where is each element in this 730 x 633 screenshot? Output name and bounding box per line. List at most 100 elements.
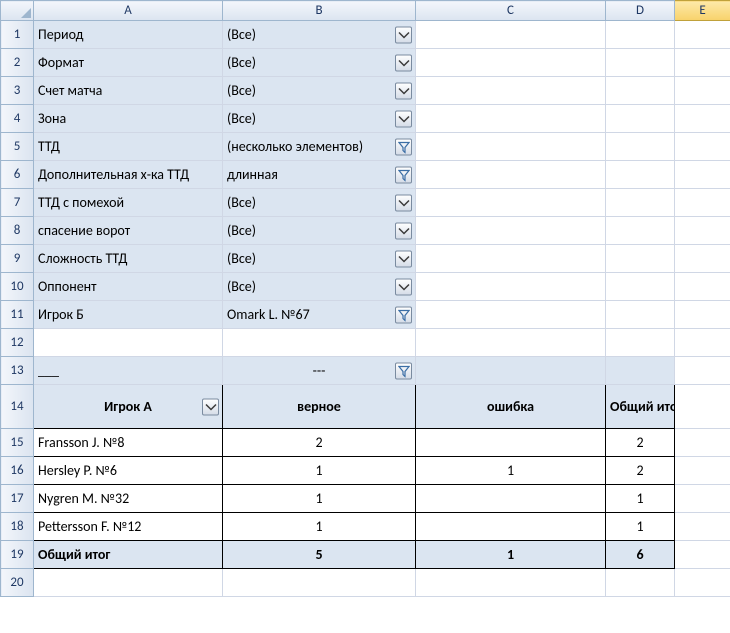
empty-cell[interactable] <box>416 105 606 133</box>
pivot-grand-total[interactable]: 6 <box>606 541 675 569</box>
row-header[interactable]: 9 <box>1 245 34 273</box>
empty-cell[interactable] <box>606 133 675 161</box>
column-field-dropdown[interactable] <box>395 362 412 379</box>
pivot-value[interactable]: 1 <box>223 457 416 485</box>
filter-dropdown[interactable] <box>395 222 412 239</box>
col-header-B[interactable]: B <box>223 1 416 21</box>
empty-cell[interactable] <box>606 161 675 189</box>
filter-value[interactable]: (Все) <box>223 245 416 273</box>
filter-label[interactable]: Период <box>34 21 223 49</box>
empty-cell[interactable] <box>416 273 606 301</box>
empty-cell[interactable] <box>675 161 730 189</box>
pivot-value[interactable]: 1 <box>223 485 416 513</box>
filter-value[interactable]: (Все) <box>223 49 416 77</box>
pivot-value[interactable] <box>416 513 606 541</box>
empty-cell[interactable] <box>606 77 675 105</box>
row-header[interactable]: 15 <box>1 429 34 457</box>
filter-value[interactable]: длинная <box>223 161 416 189</box>
filter-dropdown[interactable] <box>395 138 412 155</box>
empty-cell[interactable] <box>606 189 675 217</box>
empty-cell[interactable] <box>675 217 730 245</box>
empty-cell[interactable] <box>675 385 730 429</box>
filter-dropdown[interactable] <box>395 54 412 71</box>
filter-value[interactable]: Omark L. №67 <box>223 301 416 329</box>
empty-cell[interactable] <box>416 357 606 385</box>
pivot-value[interactable] <box>416 485 606 513</box>
row-header[interactable]: 11 <box>1 301 34 329</box>
empty-cell[interactable] <box>416 161 606 189</box>
filter-label[interactable]: Зона <box>34 105 223 133</box>
pivot-col-header[interactable]: верное <box>223 385 416 429</box>
row-header[interactable]: 20 <box>1 569 34 597</box>
empty-cell[interactable] <box>675 569 730 597</box>
empty-cell[interactable] <box>34 329 223 357</box>
pivot-row-name[interactable]: Fransson J. №8 <box>34 429 223 457</box>
row-header[interactable]: 14 <box>1 385 34 429</box>
row-header[interactable]: 17 <box>1 485 34 513</box>
pivot-row-name[interactable]: Pettersson F. №12 <box>34 513 223 541</box>
filter-label[interactable]: Сложность ТТД <box>34 245 223 273</box>
pivot-row-label-header[interactable]: Игрок А <box>34 385 223 429</box>
filter-dropdown[interactable] <box>395 166 412 183</box>
filter-value[interactable]: (Все) <box>223 21 416 49</box>
empty-cell[interactable] <box>675 541 730 569</box>
row-header[interactable]: 18 <box>1 513 34 541</box>
empty-cell[interactable] <box>416 189 606 217</box>
empty-cell[interactable] <box>416 77 606 105</box>
filter-dropdown[interactable] <box>395 306 412 323</box>
empty-cell[interactable] <box>416 217 606 245</box>
empty-cell[interactable] <box>416 569 606 597</box>
col-header-C[interactable]: C <box>416 1 606 21</box>
filter-label[interactable]: Дополнительная х-ка ТТД <box>34 161 223 189</box>
row-header[interactable]: 12 <box>1 329 34 357</box>
filter-label[interactable]: ТТД с помехой <box>34 189 223 217</box>
filter-dropdown[interactable] <box>395 82 412 99</box>
col-header-D[interactable]: D <box>606 1 675 21</box>
column-field-label[interactable]: ___ <box>34 357 223 385</box>
empty-cell[interactable] <box>223 329 416 357</box>
row-header[interactable]: 4 <box>1 105 34 133</box>
pivot-grand-value[interactable]: 1 <box>416 541 606 569</box>
empty-cell[interactable] <box>675 189 730 217</box>
filter-value[interactable]: (Все) <box>223 77 416 105</box>
pivot-row-dropdown[interactable] <box>202 398 219 415</box>
row-header[interactable]: 8 <box>1 217 34 245</box>
filter-label[interactable]: Счет матча <box>34 77 223 105</box>
row-header[interactable]: 7 <box>1 189 34 217</box>
pivot-total-header[interactable]: Общий итог <box>606 385 675 429</box>
pivot-row-name[interactable]: Nygren M. №32 <box>34 485 223 513</box>
empty-cell[interactable] <box>416 301 606 329</box>
empty-cell[interactable] <box>606 357 675 385</box>
col-header-E[interactable]: E <box>675 1 730 21</box>
filter-value[interactable]: (Все) <box>223 273 416 301</box>
empty-cell[interactable] <box>675 49 730 77</box>
filter-label[interactable]: Формат <box>34 49 223 77</box>
empty-cell[interactable] <box>606 329 675 357</box>
row-header[interactable]: 3 <box>1 77 34 105</box>
pivot-value[interactable] <box>416 429 606 457</box>
filter-dropdown[interactable] <box>395 194 412 211</box>
filter-dropdown[interactable] <box>395 110 412 127</box>
empty-cell[interactable] <box>606 301 675 329</box>
pivot-value[interactable]: 2 <box>223 429 416 457</box>
pivot-row-total[interactable]: 1 <box>606 513 675 541</box>
empty-cell[interactable] <box>675 513 730 541</box>
pivot-value[interactable]: 1 <box>223 513 416 541</box>
filter-label[interactable]: ТТД <box>34 133 223 161</box>
pivot-row-name[interactable]: Hersley P. №6 <box>34 457 223 485</box>
empty-cell[interactable] <box>675 301 730 329</box>
empty-cell[interactable] <box>675 21 730 49</box>
filter-value[interactable]: (Все) <box>223 217 416 245</box>
row-header[interactable]: 19 <box>1 541 34 569</box>
pivot-row-total[interactable]: 2 <box>606 429 675 457</box>
filter-dropdown[interactable] <box>395 250 412 267</box>
pivot-grand-value[interactable]: 5 <box>223 541 416 569</box>
row-header[interactable]: 5 <box>1 133 34 161</box>
empty-cell[interactable] <box>606 49 675 77</box>
filter-dropdown[interactable] <box>395 26 412 43</box>
select-all-corner[interactable] <box>1 1 34 21</box>
filter-value[interactable]: (Все) <box>223 189 416 217</box>
empty-cell[interactable] <box>416 245 606 273</box>
empty-cell[interactable] <box>606 273 675 301</box>
empty-cell[interactable] <box>416 21 606 49</box>
